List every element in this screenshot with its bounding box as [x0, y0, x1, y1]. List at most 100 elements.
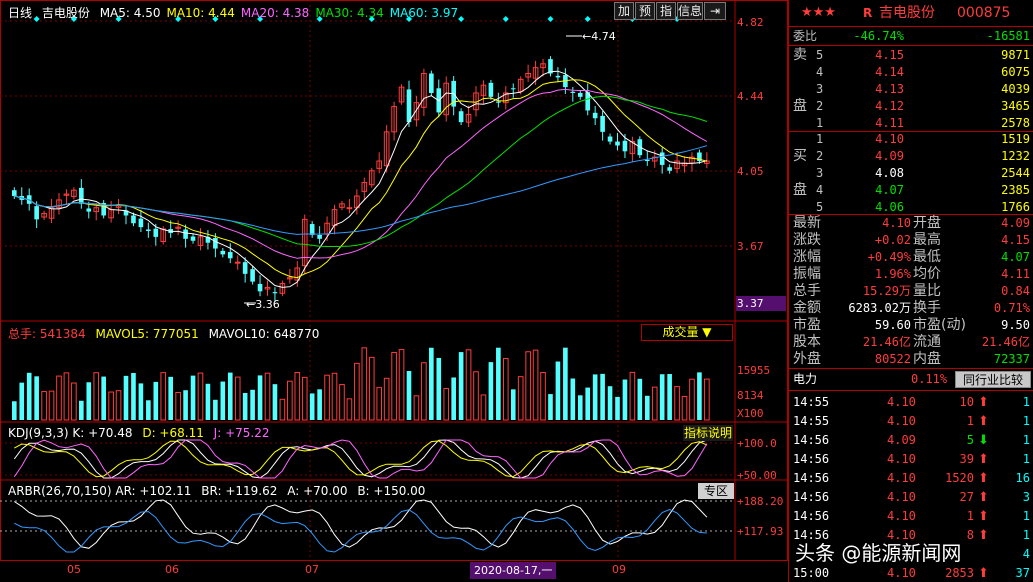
- stat-value: 9.50: [1001, 318, 1030, 332]
- collapse-button[interactable]: ⇥: [704, 2, 726, 20]
- volume-type-select[interactable]: 成交量 ▼: [641, 324, 733, 341]
- stat-row: 振幅 1.96% 均价 4.11: [789, 266, 1033, 283]
- stat-row: 外盘 80522 内盘 72337: [789, 351, 1033, 368]
- up-arrow-icon: ⬆: [978, 452, 989, 467]
- candle-body-down: [213, 238, 218, 249]
- kdj-axis-label: +50.00: [737, 469, 777, 482]
- tick-price: 4.10: [887, 490, 916, 504]
- volume-bar-up: [175, 391, 181, 421]
- sell-volume: 9871: [1001, 48, 1030, 62]
- indicator-help-button[interactable]: 指标说明: [683, 425, 733, 441]
- high-annotation: ←4.74: [582, 30, 616, 43]
- volume-bar-down: [555, 361, 561, 420]
- candle-body-down: [183, 229, 188, 239]
- volume-bar-down: [458, 352, 464, 420]
- volume-bar-down: [510, 389, 516, 420]
- stat-value: 80522: [874, 352, 911, 366]
- volume-bar-down: [659, 374, 665, 420]
- tick-price: 4.10: [887, 395, 916, 409]
- volume-bar-up: [294, 372, 301, 421]
- volume-bar-up: [234, 376, 241, 421]
- sell-level-row: 卖 5 4.15 9871: [789, 47, 1033, 64]
- candle-body-down: [227, 252, 233, 259]
- candle-body-down: [429, 73, 434, 93]
- buy-group-label: 盘: [793, 182, 807, 198]
- ma-legend-item: MA5: 4.50: [99, 6, 161, 20]
- volume-bar-up: [63, 372, 70, 421]
- tick-time: 15:00: [793, 566, 830, 580]
- arbr-a-label: A: +70.00: [287, 484, 348, 498]
- volume-bar-up: [361, 347, 368, 421]
- candle-body-down: [131, 215, 136, 224]
- candle-body-down: [607, 136, 613, 142]
- candle-body-down: [190, 236, 196, 241]
- tick-price: 4.10: [887, 528, 916, 542]
- add-button[interactable]: 加: [614, 2, 634, 20]
- candle-body-down: [317, 234, 322, 239]
- volume-bar-up: [465, 349, 472, 421]
- kdj-j-label: J: +75.22: [213, 426, 270, 440]
- r-badge-icon: R: [863, 6, 873, 20]
- tick-row: 14:56 4.09 5 ⬇ 1: [789, 431, 1033, 450]
- tick-row: 14:56 4.10 1520 ⬆ 16: [789, 469, 1033, 488]
- stat-label: 涨幅: [793, 249, 821, 265]
- ma-legend-item: MA10: 4.44: [166, 6, 235, 20]
- stat-value: 0.84: [1001, 284, 1030, 298]
- volume-bar-down: [257, 375, 263, 420]
- cursor-date-label: 2020-08-17,一: [470, 562, 557, 579]
- predict-button[interactable]: 预: [635, 2, 655, 20]
- level-number: 4: [816, 183, 824, 197]
- stat-label: 流通: [913, 334, 941, 350]
- ma-legend-item: MA60: 3.97: [389, 6, 459, 20]
- tick-time: 14:56: [793, 471, 830, 485]
- industry-row: 电力 0.11% 同行业比较: [789, 370, 1033, 389]
- ma-legend: 日线 吉电股份 MA5: 4.50 MA10: 4.44 MA20: 4.38 MA3…: [8, 4, 470, 21]
- tick-row: 14:56 4.10 39 ⬆ 1: [789, 450, 1033, 469]
- volume-bar-down: [615, 396, 620, 420]
- kdj-axis-label: +100.0: [737, 437, 777, 450]
- stat-label: 振幅: [793, 266, 821, 282]
- level-number: 5: [816, 200, 824, 214]
- tick-price: 4.10: [887, 509, 916, 523]
- tick-row: 14:56 4.10 1 ⬆ 1: [789, 507, 1033, 526]
- volume-bar-down: [101, 376, 106, 420]
- kline-chart-area[interactable]: 日线 吉电股份 MA5: 4.50 MA10: 4.44 MA20: 4.38 MA3…: [0, 0, 788, 582]
- period-label: 日线: [8, 6, 33, 20]
- industry-compare-button[interactable]: 同行业比较: [955, 371, 1031, 388]
- volume-bar-up: [532, 349, 539, 421]
- up-arrow-icon: ⬆: [978, 471, 989, 486]
- candle-body-down: [458, 111, 464, 123]
- stat-value: 4.07: [1001, 250, 1030, 264]
- tick-volume: 8: [966, 528, 974, 542]
- indicator-button[interactable]: 指: [656, 2, 676, 20]
- zone-button[interactable]: 专区: [698, 483, 734, 499]
- candle-body-down: [272, 292, 278, 294]
- volume-bar-up: [383, 377, 390, 421]
- tick-count: 16: [1015, 471, 1030, 485]
- volume-bar-down: [79, 400, 84, 420]
- volume-bar-down: [436, 357, 442, 420]
- candle-body-down: [220, 250, 226, 255]
- x-axis-label: 09: [612, 563, 626, 576]
- volume-bar-up: [540, 372, 546, 421]
- stat-label: 开盘: [913, 215, 941, 231]
- volume-bar-up: [502, 357, 509, 421]
- tick-count: 4: [1022, 547, 1030, 561]
- info-button[interactable]: 信息: [677, 2, 703, 20]
- volume-bar-up: [391, 351, 397, 421]
- arbr-legend: ARBR(26,70,150) AR: +102.11 BR: +119.62 …: [8, 484, 431, 498]
- volume-bar-down: [317, 389, 322, 420]
- stat-value: 15.29万: [862, 284, 911, 298]
- stat-value: 21.46亿: [862, 335, 911, 349]
- volume-bar-up: [368, 356, 375, 421]
- stat-value: 4.10: [882, 216, 911, 230]
- volume-bar-up: [41, 391, 47, 421]
- up-arrow-icon: ⬆: [978, 490, 989, 505]
- tick-time: 14:55: [793, 414, 830, 428]
- candle-body-down: [146, 229, 151, 232]
- low-value: 3.36: [255, 298, 280, 311]
- sell-level-row: 3 4.13 4039: [789, 81, 1033, 98]
- tick-count: 1: [1022, 433, 1030, 447]
- volume-bar-down: [622, 379, 628, 420]
- volume-bar-down: [451, 377, 456, 420]
